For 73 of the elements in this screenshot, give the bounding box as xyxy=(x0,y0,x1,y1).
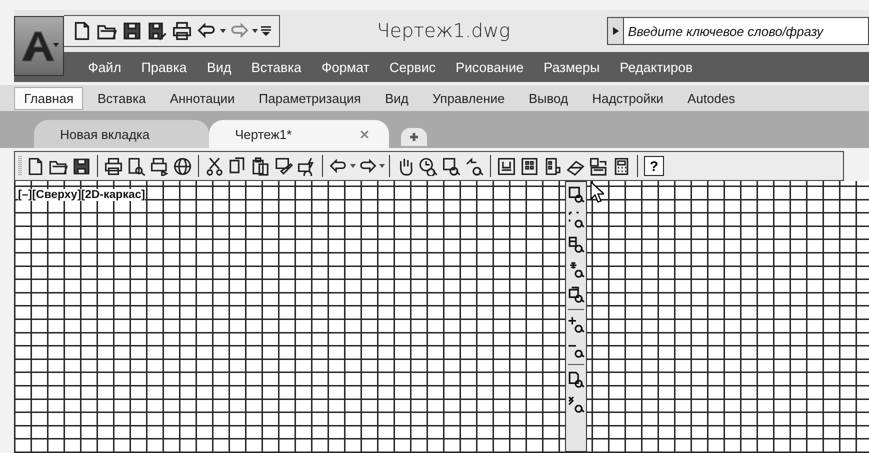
zoom-in-icon[interactable] xyxy=(568,316,584,333)
menu-item[interactable]: Размеры xyxy=(534,60,610,74)
zoom-extents-icon[interactable] xyxy=(568,396,584,413)
tab-label: Новая вкладка xyxy=(60,126,150,142)
ribbon-tab[interactable]: Вид xyxy=(374,86,418,110)
zoom-window-icon[interactable] xyxy=(442,156,461,176)
dropdown-caret-icon[interactable] xyxy=(379,163,385,169)
menu-item[interactable]: Правка xyxy=(131,60,197,74)
undo-icon[interactable] xyxy=(197,21,217,41)
match-properties-icon[interactable] xyxy=(274,156,293,176)
application-menu-button[interactable] xyxy=(14,16,64,76)
new-tab-button[interactable] xyxy=(401,128,427,146)
menu-item[interactable]: Файл xyxy=(84,60,132,74)
viewport-control[interactable]: [Сверху] xyxy=(32,189,82,201)
globe-icon[interactable] xyxy=(173,156,192,176)
menu-item[interactable]: Редактиров xyxy=(610,60,703,74)
tool-palette-icon[interactable] xyxy=(543,156,562,176)
calculator-icon[interactable] xyxy=(612,156,631,176)
design-center-icon[interactable] xyxy=(520,156,539,176)
window-title: Чертеж1.dwg xyxy=(376,20,512,42)
redo-icon[interactable] xyxy=(358,156,377,176)
save-as-icon[interactable] xyxy=(147,21,167,41)
viewport-control[interactable]: [2D-каркас] xyxy=(81,189,146,201)
zoom-window-icon[interactable] xyxy=(568,186,584,203)
plus-icon xyxy=(409,132,419,142)
new-document-icon[interactable] xyxy=(72,21,92,41)
print-preview-icon[interactable] xyxy=(127,156,146,176)
ribbon-tab[interactable]: Аннотации xyxy=(160,86,245,110)
toolbar-grip-icon[interactable] xyxy=(18,155,22,177)
zoom-previous-icon[interactable] xyxy=(465,156,484,176)
zoom-all-icon[interactable] xyxy=(568,371,584,388)
viewport-control[interactable]: [–] xyxy=(18,189,32,201)
markup-icon[interactable] xyxy=(589,156,608,176)
tab-label: Чертеж1* xyxy=(235,126,292,142)
ribbon-tab[interactable]: Надстройки xyxy=(582,86,674,110)
dropdown-caret-icon[interactable] xyxy=(252,28,258,34)
print-icon[interactable] xyxy=(172,21,192,41)
zoom-object-icon[interactable] xyxy=(568,286,584,303)
ribbon-tab[interactable]: Управление xyxy=(422,86,515,110)
file-tab[interactable]: Чертеж1* xyxy=(209,120,389,148)
cut-icon[interactable] xyxy=(205,156,224,176)
ribbon-tab[interactable]: Autodes xyxy=(677,86,746,110)
file-tab[interactable]: Новая вкладка xyxy=(34,120,209,148)
mouse-cursor-icon xyxy=(590,181,604,203)
drawing-area[interactable]: [–][Сверху][2D-каркас] xyxy=(14,181,869,453)
paste-icon[interactable] xyxy=(251,156,270,176)
menu-item[interactable]: Формат xyxy=(311,60,380,74)
menu-item[interactable]: Сервис xyxy=(379,60,446,74)
menu-item[interactable]: Вставка xyxy=(241,60,312,74)
plot-icon[interactable] xyxy=(150,156,169,176)
new-document-icon[interactable] xyxy=(26,156,45,176)
zoom-realtime-icon[interactable] xyxy=(419,156,438,176)
ribbon-tab[interactable]: Параметризация xyxy=(248,86,371,110)
ribbon-tab[interactable]: Вставка xyxy=(87,86,156,110)
properties-icon[interactable] xyxy=(497,156,516,176)
customize-menu-icon[interactable] xyxy=(261,25,271,37)
print-icon[interactable] xyxy=(104,156,123,176)
ribbon-tab[interactable]: Вывод xyxy=(518,86,578,110)
save-icon[interactable] xyxy=(72,156,91,176)
dropdown-caret-icon[interactable] xyxy=(350,163,356,169)
close-icon[interactable] xyxy=(360,130,369,138)
save-icon[interactable] xyxy=(122,21,142,41)
letter-a-logo-icon xyxy=(19,29,59,63)
copy-icon[interactable] xyxy=(228,156,247,176)
menu-item[interactable]: Вид xyxy=(196,60,242,74)
zoom-scale-icon[interactable] xyxy=(568,236,584,253)
dropdown-caret-icon[interactable] xyxy=(220,28,226,34)
undo-icon[interactable] xyxy=(329,156,348,176)
zoom-center-icon[interactable] xyxy=(568,261,584,278)
ribbon-tab[interactable]: Главная xyxy=(14,86,84,110)
zoom-dynamic-icon[interactable] xyxy=(568,211,584,228)
menu-item[interactable]: Рисование xyxy=(446,60,534,74)
help-button[interactable]: ? xyxy=(644,156,664,176)
